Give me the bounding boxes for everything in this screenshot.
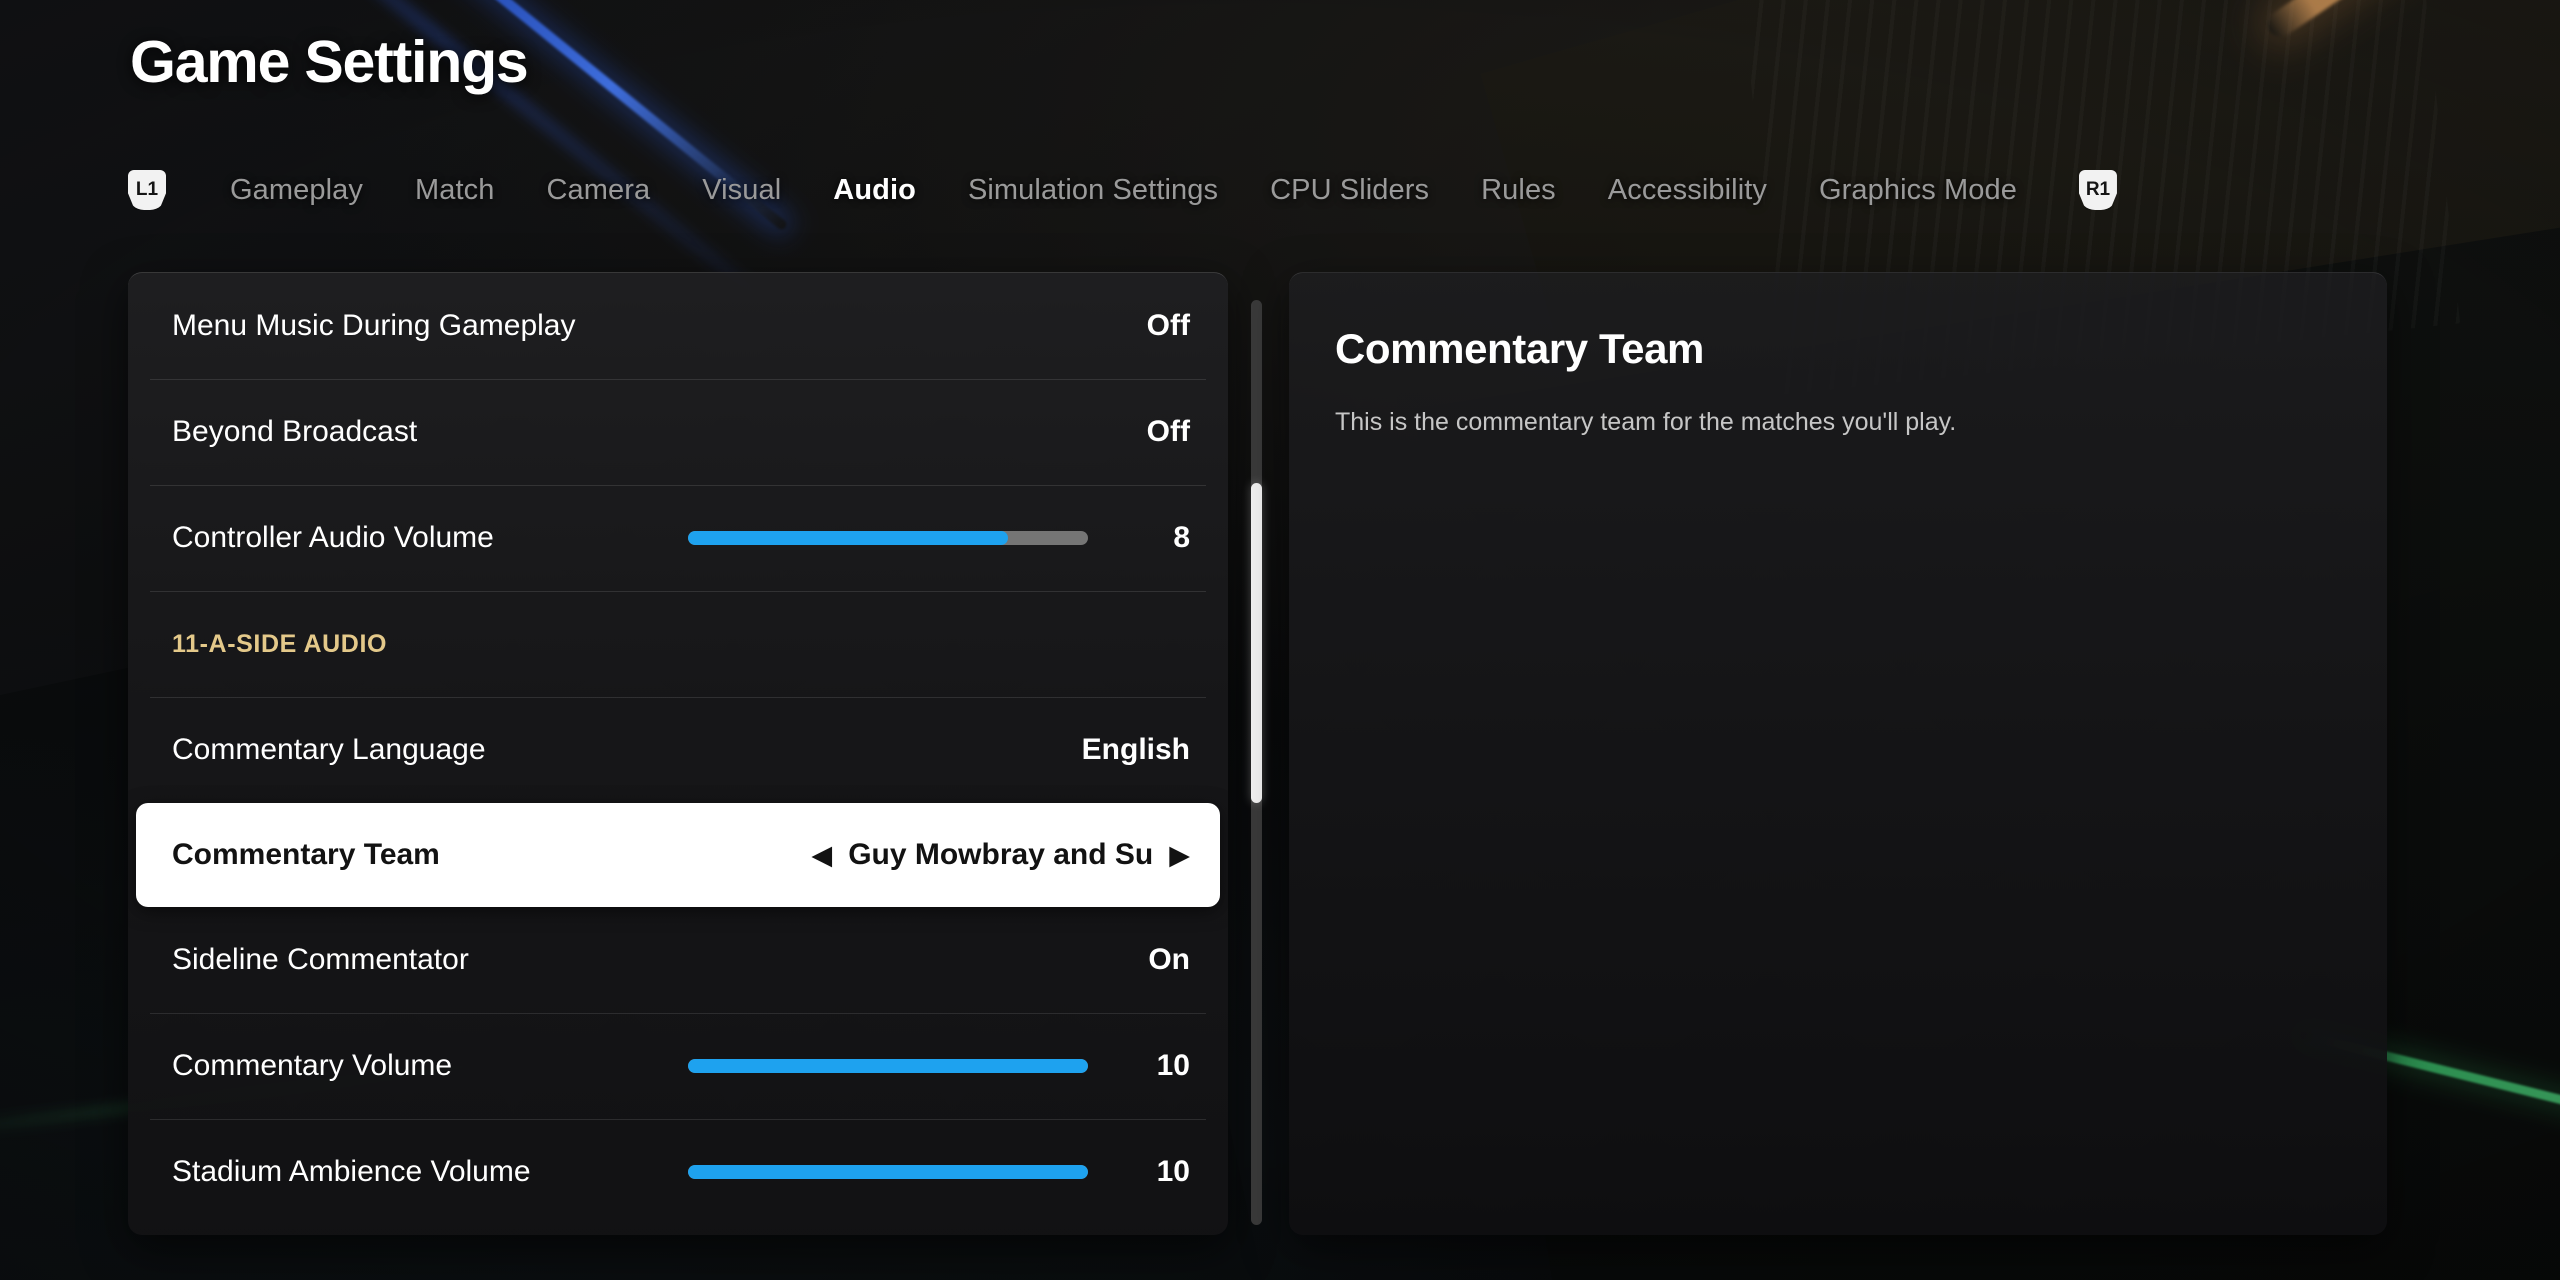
page-title: Game Settings: [130, 29, 529, 95]
value-slot: Off: [1010, 415, 1190, 449]
settings-row-menu-music-during-gameplay[interactable]: Menu Music During Gameplay Off: [128, 273, 1228, 379]
settings-scrollbar-track[interactable]: [1251, 300, 1262, 1225]
tab-rules[interactable]: Rules: [1455, 174, 1582, 207]
settings-row-commentary-team[interactable]: Commentary Team ◀ Guy Mowbray and Su ▶: [136, 803, 1220, 907]
detail-description: This is the commentary team for the matc…: [1335, 408, 1957, 436]
value-slot: On: [1010, 943, 1190, 977]
settings-row-label: Stadium Ambience Volume: [172, 1155, 531, 1188]
slider-fill: [688, 531, 1008, 545]
slider-fill: [688, 1059, 1088, 1073]
chevron-right-icon[interactable]: ▶: [1169, 841, 1190, 869]
tab-graphics-mode[interactable]: Graphics Mode: [1793, 174, 2043, 207]
l1-bumper-icon[interactable]: L1: [128, 170, 166, 210]
tab-gameplay[interactable]: Gameplay: [204, 174, 389, 207]
slider-track[interactable]: [688, 531, 1088, 545]
settings-row-stadium-ambience-volume[interactable]: Stadium Ambience Volume 10: [128, 1119, 1228, 1225]
tab-cpu-sliders[interactable]: CPU Sliders: [1244, 174, 1455, 207]
settings-row-beyond-broadcast[interactable]: Beyond Broadcast Off: [128, 379, 1228, 485]
slider-value: 10: [1156, 1155, 1190, 1188]
tab-list: Gameplay Match Camera Visual Audio Simulation…: [166, 174, 2043, 207]
settings-row-label: Commentary Language: [172, 733, 486, 766]
settings-row-value: English: [1081, 733, 1190, 766]
settings-row-value: On: [1148, 943, 1190, 976]
settings-row-controller-audio-volume[interactable]: Controller Audio Volume 8: [128, 485, 1228, 591]
slider-track[interactable]: [688, 1165, 1088, 1179]
settings-row-value: Off: [1146, 415, 1190, 448]
tab-simulation-settings[interactable]: Simulation Settings: [942, 174, 1244, 207]
tab-match[interactable]: Match: [389, 174, 520, 207]
settings-row-label: Controller Audio Volume: [172, 521, 494, 554]
settings-scrollbar-thumb[interactable]: [1251, 483, 1262, 803]
volume-slider[interactable]: [688, 531, 1108, 545]
settings-row-commentary-volume[interactable]: Commentary Volume 10: [128, 1013, 1228, 1119]
settings-row-label: Sideline Commentator: [172, 943, 469, 976]
settings-rows: Menu Music During Gameplay Off Beyond Broa…: [128, 273, 1228, 1225]
settings-row-label: Menu Music During Gameplay: [172, 309, 576, 342]
settings-row-value: Off: [1146, 309, 1190, 342]
value-slot: Off: [1010, 309, 1190, 343]
detail-title: Commentary Team: [1335, 325, 1705, 372]
settings-row-sideline-commentator[interactable]: Sideline Commentator On: [128, 907, 1228, 1013]
game-settings-screen: Game Settings L1 Gameplay Match Camera Visu…: [0, 0, 2560, 1280]
section-header-label: 11-A-SIDE AUDIO: [172, 629, 388, 658]
settings-row-label: Commentary Team: [172, 838, 440, 871]
settings-row-commentary-language[interactable]: Commentary Language English: [128, 697, 1228, 803]
volume-slider[interactable]: [688, 1059, 1108, 1073]
volume-slider[interactable]: [688, 1165, 1108, 1179]
stepper-control: ◀ Guy Mowbray and Su ▶: [811, 838, 1190, 872]
chevron-left-icon[interactable]: ◀: [811, 841, 832, 869]
section-header-11-a-side-audio: 11-A-SIDE AUDIO: [128, 591, 1228, 697]
slider-fill: [688, 1165, 1088, 1179]
settings-list-panel: Menu Music During Gameplay Off Beyond Broa…: [128, 272, 1228, 1235]
r1-bumper-icon[interactable]: R1: [2078, 170, 2117, 210]
tab-audio[interactable]: Audio: [807, 174, 942, 207]
tab-camera[interactable]: Camera: [520, 174, 676, 207]
tab-visual[interactable]: Visual: [676, 174, 807, 207]
settings-row-label: Beyond Broadcast: [172, 415, 418, 448]
tab-accessibility[interactable]: Accessibility: [1582, 174, 1793, 207]
slider-track[interactable]: [688, 1059, 1088, 1073]
slider-value: 8: [1173, 521, 1190, 554]
value-slot: English: [1010, 733, 1190, 767]
stepper-value: Guy Mowbray and Su: [848, 838, 1154, 871]
settings-tabbar: L1 Gameplay Match Camera Visual Audio Simulat…: [128, 158, 2117, 222]
detail-panel: Commentary Team This is the commentary t…: [1289, 272, 2387, 1235]
settings-row-label: Commentary Volume: [172, 1049, 453, 1082]
slider-value: 10: [1156, 1049, 1190, 1082]
